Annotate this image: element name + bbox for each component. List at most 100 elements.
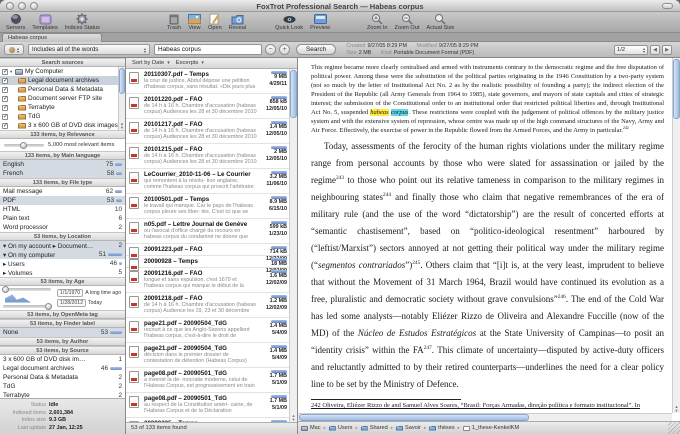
- relevance-slider[interactable]: [4, 144, 44, 147]
- path-item[interactable]: thèses ▸: [429, 425, 463, 431]
- facet-row[interactable]: ▾ On my computer 51: [0, 250, 125, 259]
- relevance-slider-knob[interactable]: [20, 142, 27, 149]
- result-item[interactable]: 20110307.pdf – Temps la cour de justice,…: [126, 69, 297, 94]
- preview-horizontal-scrollbar[interactable]: [298, 413, 672, 421]
- view-button[interactable]: View: [188, 13, 201, 31]
- path-item[interactable]: Mac ▸: [301, 425, 329, 431]
- saved-search-scope-button[interactable]: ▴▾: [4, 44, 24, 55]
- facet-row[interactable]: ▾ On my account ▸ Document… 2: [0, 241, 125, 250]
- indices-status-button[interactable]: Indices Status: [65, 13, 100, 31]
- remove-criterion-button[interactable]: −: [265, 44, 276, 55]
- trash-button[interactable]: Trash: [167, 13, 181, 31]
- resize-grip[interactable]: [668, 422, 680, 434]
- path-item[interactable]: Savoir ▸: [396, 425, 429, 431]
- results-scrollbar[interactable]: ▲▼: [289, 69, 297, 422]
- status-row: Status Idle: [0, 402, 121, 410]
- picture-icon: [188, 13, 201, 25]
- next-page-button[interactable]: ▶: [662, 45, 672, 55]
- search-button[interactable]: Search: [296, 44, 336, 55]
- results-scroll-thumb[interactable]: [290, 70, 297, 118]
- result-item[interactable]: page21.pdf – 20090504_TdG recourt à ce q…: [126, 318, 297, 343]
- source-checkbox[interactable]: ✓: [2, 69, 8, 75]
- tab-habeas-corpus[interactable]: Habeas corpus: [2, 33, 102, 42]
- excerpts-popup[interactable]: Excerpts▾: [176, 60, 204, 66]
- age-from-slider[interactable]: [3, 288, 51, 291]
- facet-label: French: [3, 170, 105, 177]
- match-mode-popup[interactable]: Includes all of the words ▴▾: [28, 44, 150, 55]
- result-item[interactable]: 20101217.pdf – FAO de 14 h à 16 h. Chamb…: [126, 119, 297, 144]
- facet-row[interactable]: Mail message 62: [0, 187, 125, 196]
- open-button[interactable]: Open: [208, 13, 222, 31]
- source-row[interactable]: ✓ TdG: [0, 112, 118, 121]
- source-row[interactable]: ✓ Legal document archives: [0, 76, 118, 85]
- quick-look-button[interactable]: Quick Look: [275, 13, 303, 31]
- preview-scroll-thumb[interactable]: [673, 59, 680, 119]
- toolbar-toggle-button[interactable]: [662, 3, 673, 9]
- source-checkbox[interactable]: ✓: [2, 87, 8, 93]
- source-row[interactable]: ✓ 3 x 600 GB of DVD disk images: [0, 121, 118, 130]
- result-item[interactable]: 20101220.pdf – FAO de 14 h à 16 h. Chamb…: [126, 94, 297, 119]
- result-item[interactable]: 20091216.pdf – FAO longue et sans expuls…: [126, 268, 297, 293]
- result-item[interactable]: LeCourrier_2010-11-06 – Le Courrier qui …: [126, 169, 297, 194]
- facet-row[interactable]: HTML 10: [0, 205, 125, 214]
- path-folder-icon: [396, 426, 403, 431]
- facet-row[interactable]: Legal document archives 46: [0, 364, 125, 373]
- zoom-out-button[interactable]: Zoom Out: [395, 13, 420, 31]
- result-item[interactable]: page08.pdf – 20090501_TdG a inventé la d…: [126, 368, 297, 393]
- path-item[interactable]: 1_these-KenkelKM ▸: [463, 425, 519, 431]
- source-checkbox[interactable]: ✓: [2, 123, 8, 129]
- age-to-knob[interactable]: [45, 303, 52, 310]
- facet-row[interactable]: PDF 53: [0, 196, 125, 205]
- source-checkbox[interactable]: ✓: [2, 78, 8, 84]
- sort-by-popup[interactable]: Sort by Date▾: [132, 60, 170, 66]
- preview-vertical-scrollbar[interactable]: ▲▼: [672, 58, 680, 413]
- search-input[interactable]: [154, 44, 262, 55]
- templates-button[interactable]: Templates: [32, 13, 58, 31]
- sources-scrollbar[interactable]: ▲▼: [118, 67, 125, 130]
- age-from-knob[interactable]: [2, 286, 9, 293]
- source-row[interactable]: ✓ ▾ My Computer: [0, 67, 118, 76]
- facet-row[interactable]: Terrabyte 2: [0, 391, 125, 398]
- reveal-button[interactable]: Reveal: [229, 13, 246, 31]
- preview-hscroll-thumb[interactable]: [299, 414, 529, 421]
- facet-row[interactable]: Plain text 6: [0, 214, 125, 223]
- result-item[interactable]: page08.pdf – 20090501_TdG au respect de …: [126, 393, 297, 418]
- facet-row[interactable]: 3 x 600 GB of DVD disk im… 1: [0, 355, 125, 364]
- result-item[interactable]: n05.pdf – Lettre Journal de Genève ou l'…: [126, 219, 297, 244]
- source-checkbox[interactable]: ✓: [2, 114, 8, 120]
- facet-row[interactable]: None 53: [0, 328, 125, 337]
- age-to-slider[interactable]: [3, 305, 51, 308]
- add-criterion-button[interactable]: +: [279, 44, 290, 55]
- pdf-file-icon: [129, 321, 139, 333]
- source-checkbox[interactable]: ✓: [2, 96, 8, 102]
- result-item[interactable]: 20091223.pdf – FAO 714 kB 12/22/09: [126, 244, 297, 256]
- facet-row[interactable]: French 58: [0, 169, 125, 178]
- path-item[interactable]: Users ▸: [329, 425, 361, 431]
- zoom-in-button[interactable]: Zoom In: [367, 13, 388, 31]
- facet-row[interactable]: English 75: [0, 160, 125, 169]
- result-title: 20091218.pdf – FAO: [144, 295, 257, 302]
- result-item[interactable]: 20091218.pdf – FAO de 14 h à 16 h. Chamb…: [126, 293, 297, 318]
- page-popup[interactable]: 1/2 ▴▾: [614, 45, 648, 55]
- sources-scroll-thumb[interactable]: [119, 68, 125, 94]
- facet-row[interactable]: Personal Data & Metadata 2: [0, 373, 125, 382]
- facet-row[interactable]: TdG 2: [0, 382, 125, 391]
- preview-button[interactable]: Preview: [310, 13, 330, 31]
- path-item[interactable]: Shared ▸: [361, 425, 396, 431]
- source-row[interactable]: ✓ Terrabyte: [0, 103, 118, 112]
- source-checkbox[interactable]: ✓: [2, 105, 8, 111]
- previous-page-button[interactable]: ◀: [650, 45, 660, 55]
- facet-row[interactable]: ▸ Volumes 5: [0, 268, 125, 277]
- result-item[interactable]: 20090928 – Temps 18 MB 12/02/09: [126, 256, 297, 268]
- servers-button[interactable]: Servers: [6, 13, 25, 31]
- facet-count: 2: [118, 242, 122, 249]
- facet-row[interactable]: ▸ Users 46: [0, 259, 125, 268]
- result-item[interactable]: 20101215.pdf – FAO de 14 h à 16 h. Chamb…: [126, 144, 297, 169]
- facet-row[interactable]: Word processor 2: [0, 223, 125, 232]
- result-excerpt: qui remontent à la révolu- tion anglaise…: [144, 178, 257, 191]
- source-row[interactable]: ✓ Personal Data & Metadata: [0, 85, 118, 94]
- result-item[interactable]: 20100501.pdf – Temps le travail qui manq…: [126, 194, 297, 219]
- actual-size-button[interactable]: Actual Size: [426, 13, 454, 31]
- result-item[interactable]: page21.pdf – 20090504_TdG décision dans …: [126, 343, 297, 368]
- source-row[interactable]: ✓ Document server FTP site: [0, 94, 118, 103]
